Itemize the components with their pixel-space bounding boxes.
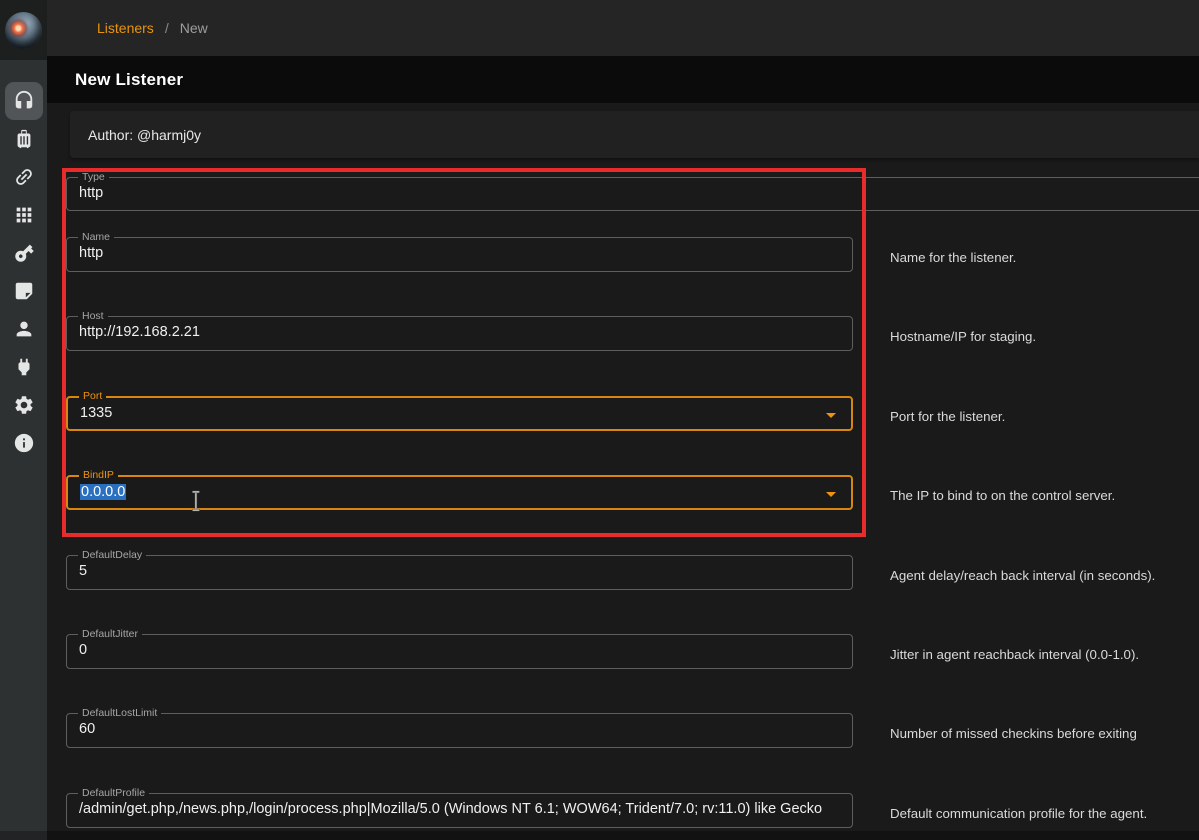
defaultjitter-field-value: 0 [67, 635, 852, 666]
port-field-label: Port [79, 390, 106, 403]
sidebar-item-settings[interactable] [5, 386, 43, 424]
defaultprofile-field-description: Default communication profile for the ag… [890, 793, 1147, 831]
type-row: Type http [66, 177, 1199, 211]
briefcase-icon [13, 128, 35, 150]
host-field-label: Host [78, 310, 108, 323]
port-field-value: 1335 [68, 398, 851, 429]
page-title: New Listener [75, 70, 183, 90]
name-field-description: Name for the listener. [890, 237, 1016, 275]
key-icon [8, 237, 39, 268]
sidebar-nav [0, 82, 47, 462]
host-field-value: http://192.168.2.21 [67, 317, 852, 348]
field-row-host: Host http://192.168.2.21 Hostname/IP for… [66, 316, 1199, 395]
author-text: Author: @harmj0y [88, 127, 201, 143]
plug-icon [13, 356, 35, 378]
logo-block [0, 0, 47, 60]
title-bar: New Listener [47, 56, 1199, 103]
defaultdelay-field[interactable]: DefaultDelay 5 [66, 555, 853, 590]
breadcrumb-listeners-link[interactable]: Listeners [97, 20, 154, 36]
sidebar-item-credentials[interactable] [5, 234, 43, 272]
field-row-defaultlostlimit: DefaultLostLimit 60 Number of missed che… [66, 713, 1199, 792]
field-row-defaultjitter: DefaultJitter 0 Jitter in agent reachbac… [66, 634, 1199, 713]
sidebar-item-stagers[interactable] [5, 120, 43, 158]
note-icon [13, 280, 35, 302]
name-field[interactable]: Name http [66, 237, 853, 272]
defaultjitter-field[interactable]: DefaultJitter 0 [66, 634, 853, 669]
grid-icon [13, 204, 35, 226]
sidebar-item-modules[interactable] [5, 196, 43, 234]
author-panel: Author: @harmj0y [70, 111, 1199, 158]
port-dropdown-caret-icon[interactable] [826, 413, 836, 418]
defaultprofile-field[interactable]: DefaultProfile /admin/get.php,/news.php,… [66, 793, 853, 828]
breadcrumb-current: New [180, 20, 208, 36]
sidebar-item-users[interactable] [5, 310, 43, 348]
port-field[interactable]: Port 1335 [66, 396, 853, 431]
sidebar-item-listeners[interactable] [5, 82, 43, 120]
defaultlostlimit-field-value: 60 [67, 714, 852, 745]
field-row-defaultdelay: DefaultDelay 5 Agent delay/reach back in… [66, 555, 1199, 634]
field-row-defaultprofile: DefaultProfile /admin/get.php,/news.php,… [66, 793, 1199, 840]
type-field-label: Type [78, 171, 109, 184]
starkiller-new-listener-screen: Listeners / New New Listener Author: @ha… [0, 0, 1199, 840]
defaultlostlimit-field[interactable]: DefaultLostLimit 60 [66, 713, 853, 748]
defaultlostlimit-field-description: Number of missed checkins before exiting [890, 713, 1137, 751]
bindip-dropdown-caret-icon[interactable] [826, 492, 836, 497]
bindip-field-value-selected: 0.0.0.0 [80, 484, 126, 500]
bindip-field[interactable]: BindIP 0.0.0.0 [66, 475, 853, 510]
content: Author: @harmj0y Type http Name http Nam… [47, 103, 1199, 840]
link-icon [8, 161, 39, 192]
sidebar-item-reporting[interactable] [5, 272, 43, 310]
field-rows: Name http Name for the listener. Host ht… [66, 237, 1199, 840]
person-icon [13, 318, 35, 340]
field-row-bindip: BindIP 0.0.0.0 The IP to bind to on the … [66, 475, 1199, 554]
field-row-port: Port 1335 Port for the listener. [66, 396, 1199, 475]
defaultjitter-field-description: Jitter in agent reachback interval (0.0-… [890, 634, 1139, 672]
defaultprofile-field-label: DefaultProfile [78, 787, 149, 800]
defaultdelay-field-value: 5 [67, 556, 852, 587]
top-bar: Listeners / New [47, 0, 1199, 56]
sidebar-item-agents[interactable] [5, 158, 43, 196]
defaultprofile-field-value: /admin/get.php,/news.php,/login/process.… [67, 794, 852, 825]
defaultdelay-field-label: DefaultDelay [78, 549, 146, 562]
type-field-value: http [67, 178, 1199, 209]
info-icon [13, 432, 35, 454]
defaultlostlimit-field-label: DefaultLostLimit [78, 707, 161, 720]
defaultdelay-field-description: Agent delay/reach back interval (in seco… [890, 555, 1155, 593]
sidebar-item-plugins[interactable] [5, 348, 43, 386]
sidebar-item-about[interactable] [5, 424, 43, 462]
name-field-value: http [67, 238, 852, 269]
gear-icon [13, 394, 35, 416]
name-field-label: Name [78, 231, 114, 244]
type-field[interactable]: Type http [66, 177, 1199, 211]
breadcrumb-separator: / [165, 20, 169, 36]
headset-icon [13, 90, 35, 112]
bindip-field-description: The IP to bind to on the control server. [890, 475, 1115, 513]
sidebar [0, 0, 47, 840]
app-logo[interactable] [5, 12, 42, 49]
bindip-field-label: BindIP [79, 469, 118, 482]
defaultjitter-field-label: DefaultJitter [78, 628, 142, 641]
field-row-name: Name http Name for the listener. [66, 237, 1199, 316]
breadcrumb: Listeners / New [97, 20, 208, 36]
port-field-description: Port for the listener. [890, 396, 1005, 434]
host-field-description: Hostname/IP for staging. [890, 316, 1036, 354]
host-field[interactable]: Host http://192.168.2.21 [66, 316, 853, 351]
